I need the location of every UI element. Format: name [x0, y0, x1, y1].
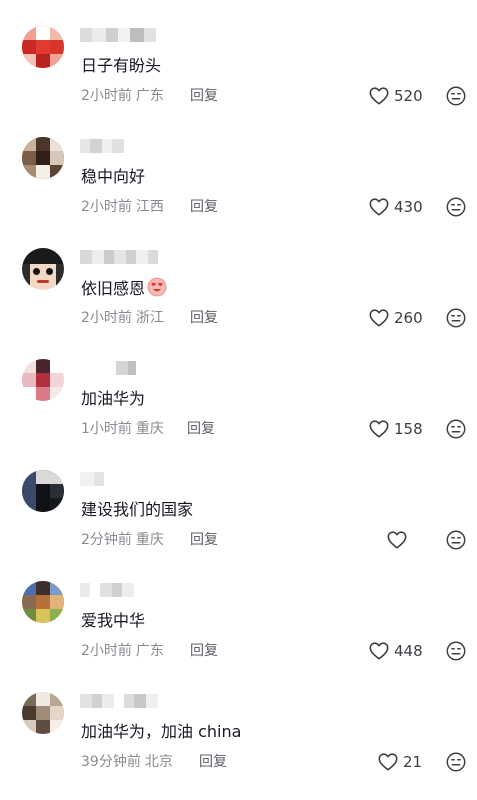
like-count: 260	[394, 309, 423, 327]
comment-location: 广东	[135, 643, 164, 659]
comment-item: 稳中向好 2小时前 江西 回复 430	[0, 111, 477, 222]
avatar[interactable]	[22, 470, 64, 512]
heart-outline-icon	[368, 418, 390, 440]
reply-button[interactable]: 回复	[199, 753, 227, 771]
username-blurred[interactable]	[80, 28, 170, 46]
comment-text: 稳中向好	[81, 167, 146, 186]
comment-item: 日子有盼头 2小时前 广东 回复 520	[0, 0, 477, 111]
neutral-face-icon	[445, 529, 467, 551]
comment-meta: 1小时前 重庆	[81, 420, 164, 438]
comment-text: 加油华为	[81, 389, 146, 408]
username-blurred[interactable]	[80, 250, 170, 268]
heart-outline-icon	[368, 196, 390, 218]
neutral-face-icon	[445, 751, 467, 773]
like-count: 21	[403, 753, 423, 771]
username-blurred[interactable]	[80, 583, 170, 601]
like-button[interactable]	[386, 528, 412, 552]
heart-outline-icon	[377, 751, 399, 773]
comment-time: 39分钟前	[81, 754, 141, 770]
comment-time: 2小时前	[81, 88, 132, 104]
dislike-button[interactable]	[445, 751, 467, 773]
like-button[interactable]: 448	[368, 639, 423, 663]
reply-button[interactable]: 回复	[190, 531, 218, 549]
avatar[interactable]	[22, 581, 64, 623]
neutral-face-icon	[445, 196, 467, 218]
like-count: 158	[394, 420, 423, 438]
comment-item: 爱我中华 2小时前 广东 回复 448	[0, 555, 477, 666]
comment-item: 加油华为，加油 china 39分钟前 北京 回复 21	[0, 666, 477, 777]
like-button[interactable]: 158	[368, 417, 423, 441]
username-blurred[interactable]	[80, 694, 170, 712]
username-blurred[interactable]	[80, 361, 170, 379]
comment-location: 江西	[135, 199, 164, 215]
comment-location: 广东	[135, 88, 164, 104]
comment-item: 建设我们的国家 2分钟前 重庆 回复	[0, 444, 477, 555]
neutral-face-icon	[445, 85, 467, 107]
username-blurred[interactable]	[80, 139, 170, 157]
comment-item: 加油华为 1小时前 重庆 回复 158	[0, 333, 477, 444]
comment-text: 建设我们的国家	[81, 500, 194, 519]
avatar[interactable]	[22, 692, 64, 734]
comment-text: 爱我中华	[81, 611, 146, 630]
smiling-face-with-heart-eyes-icon	[147, 277, 167, 303]
heart-outline-icon	[386, 529, 408, 551]
comment-text: 依旧感恩	[81, 277, 167, 303]
comment-meta: 2小时前 广东	[81, 87, 164, 105]
heart-outline-icon	[368, 640, 390, 662]
comment-location: 北京	[144, 754, 173, 770]
avatar[interactable]	[22, 137, 64, 179]
like-count: 448	[394, 642, 423, 660]
heart-outline-icon	[368, 307, 390, 329]
dislike-button[interactable]	[445, 196, 467, 218]
heart-outline-icon	[368, 85, 390, 107]
comment-location: 重庆	[135, 421, 164, 437]
comment-meta: 2小时前 浙江	[81, 309, 164, 327]
avatar[interactable]	[22, 359, 64, 401]
dislike-button[interactable]	[445, 640, 467, 662]
comment-time: 2小时前	[81, 310, 132, 326]
avatar[interactable]	[22, 248, 64, 290]
comment-meta: 39分钟前 北京	[81, 753, 173, 771]
username-blurred[interactable]	[80, 472, 170, 490]
comment-list: 日子有盼头 2小时前 广东 回复 520 稳中向好 2小时前 江西 回复 430…	[0, 0, 477, 800]
dislike-button[interactable]	[445, 85, 467, 107]
comment-time: 2分钟前	[81, 532, 132, 548]
comment-meta: 2分钟前 重庆	[81, 531, 164, 549]
dislike-button[interactable]	[445, 529, 467, 551]
reply-button[interactable]: 回复	[190, 309, 218, 327]
comment-time: 2小时前	[81, 199, 132, 215]
like-count: 430	[394, 198, 423, 216]
reply-button[interactable]: 回复	[187, 420, 215, 438]
like-button[interactable]: 260	[368, 306, 423, 330]
avatar[interactable]	[22, 26, 64, 68]
dislike-button[interactable]	[445, 418, 467, 440]
comment-item: 依旧感恩 2小时前 浙江 回复 260	[0, 222, 477, 333]
comment-meta: 2小时前 江西	[81, 198, 164, 216]
neutral-face-icon	[445, 418, 467, 440]
reply-button[interactable]: 回复	[190, 642, 218, 660]
comment-meta: 2小时前 广东	[81, 642, 164, 660]
reply-button[interactable]: 回复	[190, 87, 218, 105]
reply-button[interactable]: 回复	[190, 198, 218, 216]
neutral-face-icon	[445, 640, 467, 662]
like-count: 520	[394, 87, 423, 105]
comment-text: 日子有盼头	[81, 56, 162, 75]
dislike-button[interactable]	[445, 307, 467, 329]
neutral-face-icon	[445, 307, 467, 329]
comment-location: 重庆	[135, 532, 164, 548]
like-button[interactable]: 520	[368, 84, 423, 108]
comment-text: 加油华为，加油 china	[81, 722, 242, 741]
comment-time: 1小时前	[81, 421, 132, 437]
like-button[interactable]: 21	[377, 750, 422, 774]
comment-location: 浙江	[135, 310, 164, 326]
like-button[interactable]: 430	[368, 195, 423, 219]
comment-time: 2小时前	[81, 643, 132, 659]
